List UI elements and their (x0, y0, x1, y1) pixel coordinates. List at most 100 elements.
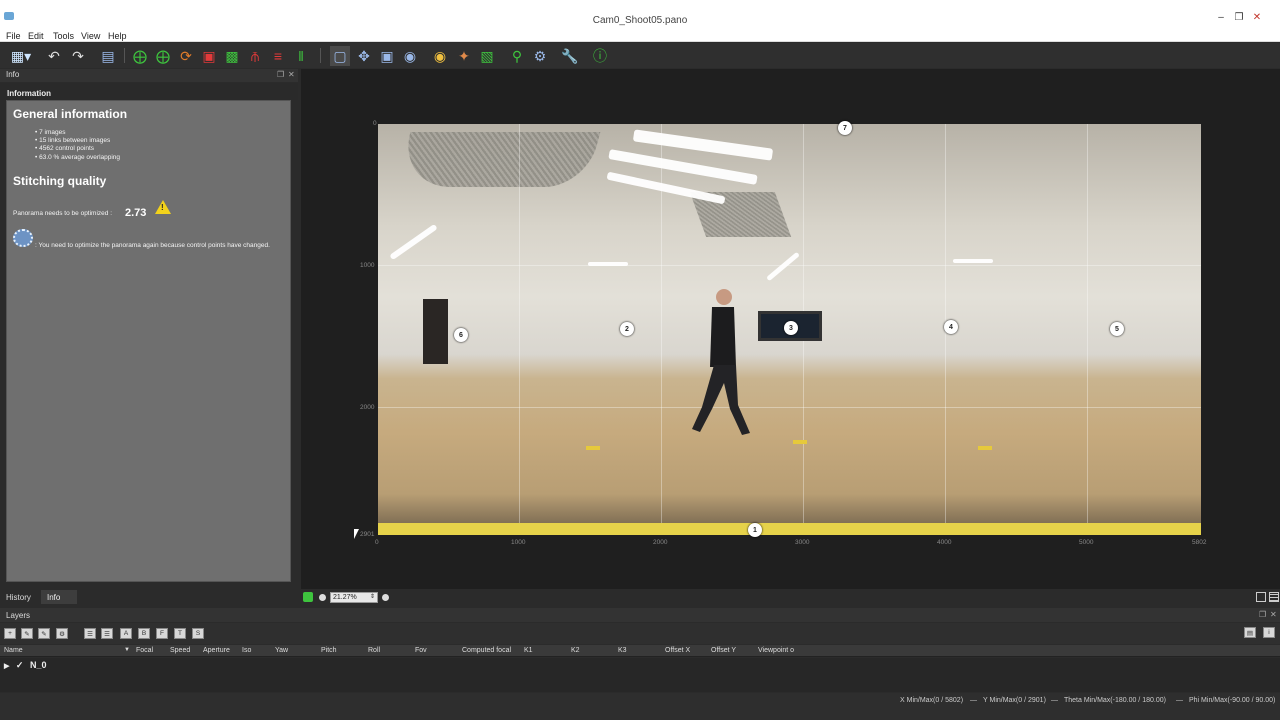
preview-toggle-icon[interactable] (303, 592, 313, 602)
main-toolbar: ▦▾ ↶ ↷ ▤ ⨁ ⨁ ⟳ ▣ ▩ ⫚ ≡ ‖ ▢ ✥ ▣ ◉ ◉ ✦ ▧ ⚲… (0, 43, 1280, 68)
image-marker-5[interactable]: 5 (1110, 322, 1124, 336)
zoom-dot-icon[interactable] (319, 594, 326, 601)
layout-icon[interactable]: ▤ (98, 46, 118, 66)
layers-info-icon[interactable]: i (1263, 627, 1275, 638)
info-dock-header: Info ❐ ✕ (0, 69, 298, 82)
rename-layer-icon[interactable]: ✎ (38, 628, 50, 639)
close-button[interactable]: ✕ (1248, 12, 1266, 23)
col-k1[interactable]: K1 (524, 647, 533, 654)
quality-score: 2.73 (125, 207, 147, 219)
layer-filter-f[interactable]: F (156, 628, 168, 639)
info-panel: General information • 7 images • 15 link… (6, 100, 291, 582)
vertical-lines-icon[interactable]: ‖ (291, 46, 311, 66)
center-icon[interactable]: ◉ (400, 46, 420, 66)
pose-icon[interactable]: ✦ (454, 46, 474, 66)
settings-layer-icon[interactable]: ⚙ (56, 628, 68, 639)
col-pitch[interactable]: Pitch (321, 647, 337, 654)
col-name[interactable]: Name (4, 647, 23, 654)
col-aperture[interactable]: Aperture (203, 647, 230, 654)
col-viewpoint[interactable]: Viewpoint o (758, 647, 794, 654)
layers-view-icon[interactable]: ▤ (1244, 627, 1256, 638)
y-tick: 2901 (360, 531, 375, 538)
add-layer-icon[interactable]: + (4, 628, 16, 639)
grid-line (519, 124, 520, 535)
expand-arrow-icon[interactable]: ▶ (4, 663, 9, 670)
col-k3[interactable]: K3 (618, 647, 627, 654)
viewer-status-bar: 21.27% ⇕ (301, 590, 1280, 605)
undo-icon[interactable]: ↶ (44, 46, 64, 66)
stitching-quality-title: Stitching quality (13, 174, 107, 188)
view-mode-icon[interactable] (1256, 592, 1266, 602)
col-speed[interactable]: Speed (170, 647, 190, 654)
group-icon[interactable]: ☰ (84, 628, 96, 639)
float-icon[interactable]: ❐ (1259, 610, 1266, 619)
ungroup-icon[interactable]: ☰ (101, 628, 113, 639)
tab-info[interactable]: Info (41, 590, 77, 604)
x-tick: 0 (375, 539, 379, 546)
layer-name: N_0 (29, 660, 47, 670)
image-marker-6[interactable]: 6 (454, 328, 468, 342)
edit-layer-icon[interactable]: ✎ (21, 628, 33, 639)
rotate-z-icon[interactable]: ⟳ (176, 46, 196, 66)
image-marker-1[interactable]: 1 (748, 523, 762, 537)
col-computed-focal[interactable]: Computed focal (462, 647, 511, 654)
zoom-input[interactable]: 21.27% ⇕ (330, 592, 378, 603)
col-fov[interactable]: Fov (415, 647, 427, 654)
menu-file[interactable]: File (6, 31, 21, 41)
select-icon[interactable]: ▢ (330, 46, 350, 66)
level-icon[interactable]: ≡ (268, 46, 288, 66)
image-marker-4[interactable]: 4 (944, 320, 958, 334)
col-iso[interactable]: Iso (242, 647, 251, 654)
float-icon[interactable]: ❐ (277, 70, 284, 79)
window-title: Cam0_Shoot05.pano (592, 15, 688, 26)
left-tab-bar: History Info (0, 590, 298, 604)
scale-icon[interactable]: ▣ (377, 46, 397, 66)
layer-filter-b[interactable]: B (138, 628, 150, 639)
preview-icon[interactable]: ⚲ (507, 46, 527, 66)
horizon-icon[interactable]: ⫚ (245, 46, 265, 66)
tab-history[interactable]: History (0, 590, 37, 604)
information-heading-text: Information (7, 89, 51, 98)
import-icon[interactable]: ▦▾ (6, 46, 36, 66)
image-marker-7[interactable]: 7 (838, 121, 852, 135)
col-roll[interactable]: Roll (368, 647, 380, 654)
minimize-button[interactable]: – (1212, 12, 1230, 23)
rotate-y-icon[interactable]: ⨁ (153, 46, 173, 66)
redo-icon[interactable]: ↷ (68, 46, 88, 66)
image-marker-3[interactable]: 3 (784, 321, 798, 335)
settings-icon[interactable]: ⚙ (530, 46, 550, 66)
col-offset-x[interactable]: Offset X (665, 647, 690, 654)
floor-marker (793, 440, 807, 444)
tools-icon[interactable]: 🔧 (560, 46, 580, 66)
layer-filter-s[interactable]: S (192, 628, 204, 639)
menu-view[interactable]: View (81, 31, 100, 41)
menu-edit[interactable]: Edit (28, 31, 44, 41)
col-focal[interactable]: Focal (136, 647, 153, 654)
visibility-check-icon[interactable]: ✓ (16, 660, 24, 670)
person-figure (692, 289, 750, 435)
grid-line (661, 124, 662, 535)
rotate-x-icon[interactable]: ⨁ (130, 46, 150, 66)
menu-tools[interactable]: Tools (53, 31, 74, 41)
close-icon[interactable]: ✕ (1270, 610, 1277, 619)
move-icon[interactable]: ✥ (354, 46, 374, 66)
sort-chevron-icon[interactable]: ▼ (124, 647, 130, 653)
layer-filter-t[interactable]: T (174, 628, 186, 639)
grid-toggle-icon[interactable] (1269, 592, 1279, 602)
layer-row[interactable]: ▶ ✓ N_0 (4, 660, 46, 671)
help-icon[interactable]: ⓘ (590, 46, 610, 66)
image-marker-2[interactable]: 2 (620, 322, 634, 336)
col-offset-y[interactable]: Offset Y (711, 647, 736, 654)
fit-icon[interactable]: ▩ (222, 46, 242, 66)
zoom-reset-icon[interactable] (382, 594, 389, 601)
col-yaw[interactable]: Yaw (275, 647, 288, 654)
crop-icon[interactable]: ▣ (199, 46, 219, 66)
blend-icon[interactable]: ▧ (477, 46, 497, 66)
auto-color-icon[interactable]: ◉ (430, 46, 450, 66)
col-k2[interactable]: K2 (571, 647, 580, 654)
menu-help[interactable]: Help (108, 31, 127, 41)
y-tick: 0 (373, 120, 377, 127)
close-icon[interactable]: ✕ (288, 70, 295, 79)
layer-filter-a[interactable]: A (120, 628, 132, 639)
restore-button[interactable]: ❐ (1230, 12, 1248, 23)
